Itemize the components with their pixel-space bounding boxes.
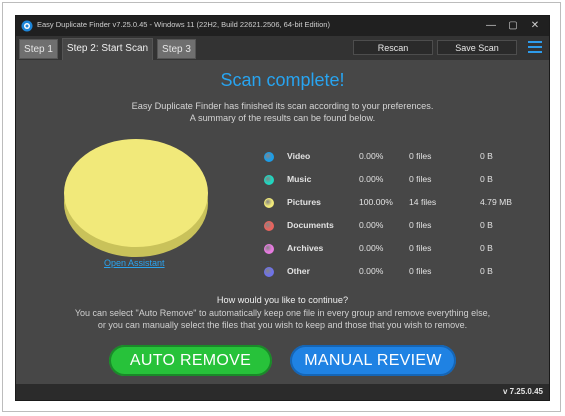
category-file-count: 14 files [409, 197, 437, 207]
category-color-dot-icon [264, 152, 274, 162]
category-name: Other [287, 266, 310, 276]
category-percent: 0.00% [359, 151, 384, 161]
instructions-line-1: You can select "Auto Remove" to automati… [74, 308, 491, 318]
category-name: Pictures [287, 197, 321, 207]
category-percent: 100.00% [359, 197, 393, 207]
category-size: 0 B [480, 220, 493, 230]
save-scan-button[interactable]: Save Scan [437, 40, 517, 55]
category-size: 0 B [480, 243, 493, 253]
category-percent: 0.00% [359, 174, 384, 184]
category-color-dot-icon [264, 267, 274, 277]
category-file-count: 0 files [409, 243, 432, 253]
category-color-dot-icon [264, 221, 274, 231]
category-size: 0 B [480, 151, 493, 161]
category-color-dot-icon [264, 175, 274, 185]
tab-step-1[interactable]: Step 1 [19, 39, 58, 59]
manual-review-button[interactable]: MANUAL REVIEW [290, 345, 456, 376]
app-logo-icon [21, 20, 33, 32]
hamburger-menu-icon[interactable] [528, 41, 542, 53]
close-button[interactable]: ✕ [521, 16, 549, 36]
category-name: Video [287, 151, 311, 161]
pie-slice-pictures [64, 139, 208, 247]
category-name: Music [287, 174, 312, 184]
continue-instructions: You can select "Auto Remove" to automati… [46, 307, 519, 331]
category-file-count: 0 files [409, 266, 432, 276]
category-file-count: 0 files [409, 174, 432, 184]
category-percent: 0.00% [359, 243, 384, 253]
page-title: Scan complete! [220, 70, 345, 90]
category-color-dot-icon [264, 244, 274, 254]
app-window: Easy Duplicate Finder v7.25.0.45 - Windo… [16, 16, 549, 400]
open-assistant-link[interactable]: Open Assistant [104, 258, 165, 268]
results-pie-chart [64, 139, 208, 257]
category-percent: 0.00% [359, 220, 384, 230]
scan-summary-text: Easy Duplicate Finder has finished its s… [96, 100, 469, 124]
auto-remove-button[interactable]: AUTO REMOVE [109, 345, 272, 376]
version-label: v 7.25.0.45 [502, 387, 543, 396]
title-bar: Easy Duplicate Finder v7.25.0.45 - Windo… [16, 16, 549, 36]
category-file-count: 0 files [409, 151, 432, 161]
category-size: 0 B [480, 174, 493, 184]
summary-line-2: A summary of the results can be found be… [189, 113, 376, 123]
status-bar: v 7.25.0.45 [16, 384, 549, 400]
tab-step-2-start-scan[interactable]: Step 2: Start Scan [62, 38, 153, 60]
category-color-dot-icon [264, 198, 274, 208]
category-file-count: 0 files [409, 220, 432, 230]
instructions-line-2: or you can manually select the files tha… [97, 320, 468, 330]
category-percent: 0.00% [359, 266, 384, 276]
category-size: 0 B [480, 266, 493, 276]
window-title: Easy Duplicate Finder v7.25.0.45 - Windo… [37, 20, 330, 29]
category-size: 4.79 MB [480, 197, 513, 207]
rescan-button[interactable]: Rescan [353, 40, 433, 55]
category-name: Archives [287, 243, 324, 253]
summary-line-1: Easy Duplicate Finder has finished its s… [131, 101, 434, 111]
continue-question: How would you like to continue? [216, 295, 349, 305]
tab-step-3[interactable]: Step 3 [157, 39, 196, 59]
category-name: Documents [287, 220, 334, 230]
